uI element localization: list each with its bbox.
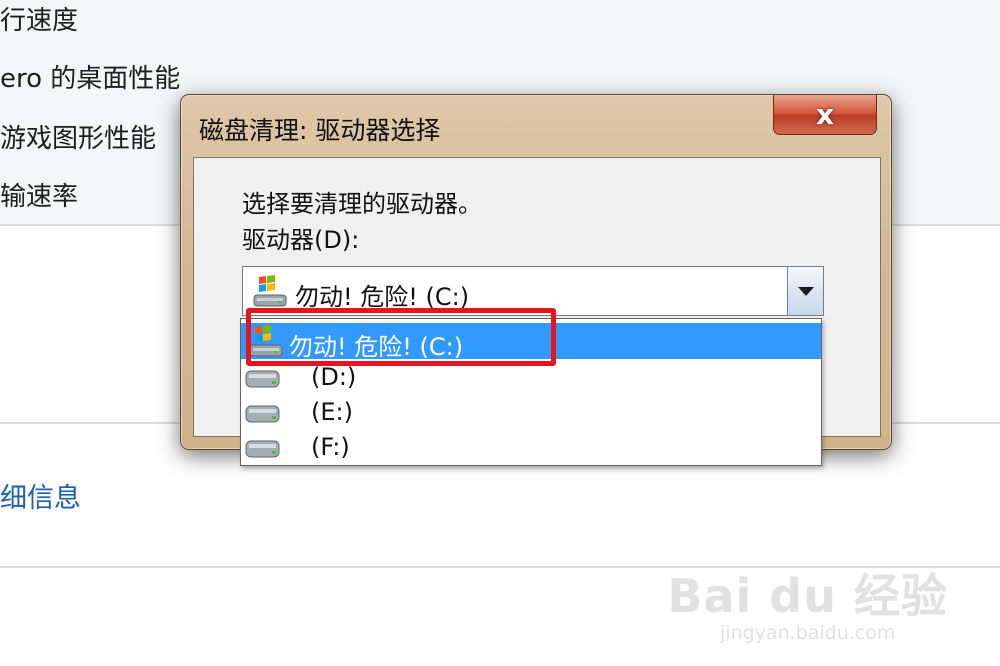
background-row: 输速率 xyxy=(0,182,79,212)
drive-option-label: (E:) xyxy=(311,398,353,426)
drive-option-e[interactable]: (E:) xyxy=(241,394,821,430)
drive-option-label: (D:) xyxy=(311,363,357,391)
drive-option-f[interactable]: (F:) xyxy=(241,429,821,465)
background-row: 游戏图形性能 xyxy=(0,124,157,154)
drive-dropdown-list: 勿动! 危险! (C:) (D:) (E:) (F:) xyxy=(240,318,822,466)
drive-option-d[interactable]: (D:) xyxy=(241,359,821,395)
background-row: 行速度 xyxy=(0,6,79,36)
dialog-title: 磁盘清理: 驱动器选择 xyxy=(199,116,441,145)
drive-option-c[interactable]: 勿动! 危险! (C:) xyxy=(241,323,821,361)
hard-drive-icon xyxy=(245,405,280,423)
close-button[interactable]: x xyxy=(773,95,877,135)
dialog-prompt: 选择要清理的驱动器。 xyxy=(242,190,482,218)
background-row: ero 的桌面性能 xyxy=(0,64,181,94)
selected-drive: 勿动! 危险! (C:) xyxy=(295,283,470,311)
drive-option-label: (F:) xyxy=(311,433,350,461)
baidu-watermark: Bai du 经验 jingyan.baidu.com xyxy=(667,560,948,644)
hard-drive-icon xyxy=(245,440,280,458)
drive-select[interactable]: 勿动! 危险! (C:) xyxy=(242,266,824,316)
hard-drive-icon xyxy=(245,370,280,388)
windows-drive-icon xyxy=(249,325,283,357)
chevron-down-icon xyxy=(797,286,814,296)
watermark-logo: Bai du 经验 xyxy=(667,569,948,623)
windows-drive-icon xyxy=(253,275,287,307)
details-link[interactable]: 细信息 xyxy=(0,476,81,515)
drive-label: 驱动器(D): xyxy=(242,226,360,254)
dropdown-arrow-button[interactable] xyxy=(787,267,823,315)
drive-option-label: 勿动! 危险! (C:) xyxy=(289,333,464,361)
close-icon: x xyxy=(815,97,835,131)
